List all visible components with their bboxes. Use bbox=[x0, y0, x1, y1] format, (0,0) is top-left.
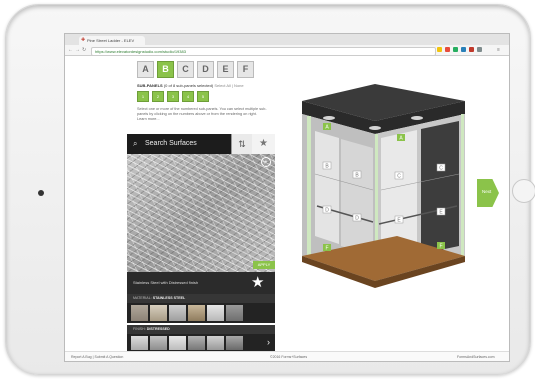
finish-thumbnails: › bbox=[127, 334, 275, 351]
panel-c-button[interactable]: C bbox=[177, 61, 194, 78]
subpanel-button[interactable]: 5 bbox=[197, 91, 209, 102]
subpanel-marker[interactable]: D bbox=[325, 208, 329, 214]
material-thumb[interactable] bbox=[150, 305, 167, 321]
extension-icon[interactable] bbox=[445, 47, 450, 52]
url-input[interactable]: https://www.elevatordesignstudio.com/stu… bbox=[91, 46, 436, 56]
subpanel-button[interactable]: 1 bbox=[137, 91, 149, 102]
menu-icon[interactable]: ≡ bbox=[497, 46, 500, 54]
material-thumb[interactable] bbox=[188, 305, 205, 321]
extension-icon[interactable] bbox=[477, 47, 482, 52]
next-label: Next bbox=[482, 189, 492, 194]
bookmark-star-icon[interactable] bbox=[437, 47, 442, 52]
footer-links[interactable]: Report A Bug | Submit A Question bbox=[71, 352, 123, 361]
filter-icon[interactable]: ⇅ bbox=[231, 134, 252, 154]
surface-name-bar: Stainless Steel with Distressed finish ★ bbox=[127, 272, 275, 294]
search-input[interactable]: Search Surfaces bbox=[145, 139, 197, 148]
finish-thumb[interactable] bbox=[131, 336, 148, 350]
material-thumbnails bbox=[127, 303, 275, 323]
extension-icon[interactable] bbox=[453, 47, 458, 52]
home-button[interactable] bbox=[512, 179, 535, 203]
finish-thumb[interactable] bbox=[207, 336, 224, 350]
footer-copyright: ©2016 Forms+Surfaces bbox=[270, 355, 308, 359]
address-bar-row: ← → ↻ https://www.elevatordesignstudio.c… bbox=[65, 45, 509, 56]
subpanel-button[interactable]: 4 bbox=[182, 91, 194, 102]
back-arrow-icon[interactable]: ← bbox=[68, 46, 73, 54]
star-icon[interactable]: ★ bbox=[251, 274, 264, 292]
search-bar: ⌕ Search Surfaces ⇅ ★ bbox=[127, 134, 275, 154]
favicon-icon: ✚ bbox=[81, 37, 86, 43]
apply-button[interactable]: APPLY bbox=[253, 261, 275, 269]
tab-title: Pine Street Ladder - ELEV bbox=[87, 38, 135, 43]
instructions-text: Select one or more of the numbered sub-p… bbox=[137, 107, 267, 121]
footer-site-link[interactable]: FormsAndSurfaces.com bbox=[457, 352, 495, 361]
tablet-frame: ✚ Pine Street Ladder - ELEV ← → ↻ https:… bbox=[5, 4, 535, 375]
panel-b-button[interactable]: B bbox=[157, 61, 174, 78]
subpanel-marker[interactable]: D bbox=[355, 216, 359, 222]
zoom-icon[interactable]: + bbox=[261, 157, 271, 167]
finish-row: FINISH: DISTRESSED bbox=[127, 325, 275, 334]
material-thumb[interactable] bbox=[226, 305, 243, 321]
finish-thumb[interactable] bbox=[169, 336, 186, 350]
subpanels-heading: SUB-PANELS (0 of 8 sub-panels selected) … bbox=[137, 83, 244, 88]
elevator-rendering[interactable]: A A B B C C D D E E F F bbox=[277, 56, 477, 331]
material-thumb[interactable] bbox=[131, 305, 148, 321]
finish-thumb[interactable] bbox=[226, 336, 243, 350]
next-chevron-icon[interactable]: › bbox=[267, 336, 270, 348]
subpanel-marker[interactable]: C bbox=[439, 166, 443, 172]
reload-icon[interactable]: ↻ bbox=[82, 46, 86, 54]
browser-tab[interactable]: ✚ Pine Street Ladder - ELEV bbox=[79, 36, 145, 45]
page-footer: Report A Bug | Submit A Question ©2016 F… bbox=[65, 351, 509, 361]
finish-thumb[interactable] bbox=[150, 336, 167, 350]
subpanel-marker[interactable]: F bbox=[439, 244, 442, 250]
forward-arrow-icon[interactable]: → bbox=[75, 46, 80, 54]
panel-e-button[interactable]: E bbox=[217, 61, 234, 78]
select-links[interactable]: Select All | None bbox=[214, 83, 243, 88]
extension-icon[interactable] bbox=[461, 47, 466, 52]
subpanel-button[interactable]: 3 bbox=[167, 91, 179, 102]
panel-a-button[interactable]: A bbox=[137, 61, 154, 78]
extension-icon[interactable] bbox=[469, 47, 474, 52]
camera-dot bbox=[38, 190, 44, 196]
material-thumb[interactable] bbox=[169, 305, 186, 321]
material-row: MATERIAL: STAINLESS STEEL bbox=[127, 294, 275, 303]
panel-f-button[interactable]: F bbox=[237, 61, 254, 78]
favorites-star-icon[interactable]: ★ bbox=[252, 134, 275, 154]
finish-thumb[interactable] bbox=[188, 336, 205, 350]
surface-preview bbox=[127, 154, 275, 272]
tab-bar: ✚ Pine Street Ladder - ELEV bbox=[65, 34, 509, 45]
search-icon: ⌕ bbox=[133, 139, 138, 148]
panel-d-button[interactable]: D bbox=[197, 61, 214, 78]
subpanel-button[interactable]: 2 bbox=[152, 91, 164, 102]
subpanel-marker[interactable]: F bbox=[325, 246, 328, 252]
surface-name: Stainless Steel with Distressed finish bbox=[133, 280, 199, 285]
subpanel-marker[interactable]: C bbox=[397, 174, 401, 180]
design-panel: A B C D E F SUB-PANELS (0 of 8 sub-panel… bbox=[127, 56, 275, 351]
material-thumb[interactable] bbox=[207, 305, 224, 321]
browser-screen: ✚ Pine Street Ladder - ELEV ← → ↻ https:… bbox=[64, 33, 510, 362]
